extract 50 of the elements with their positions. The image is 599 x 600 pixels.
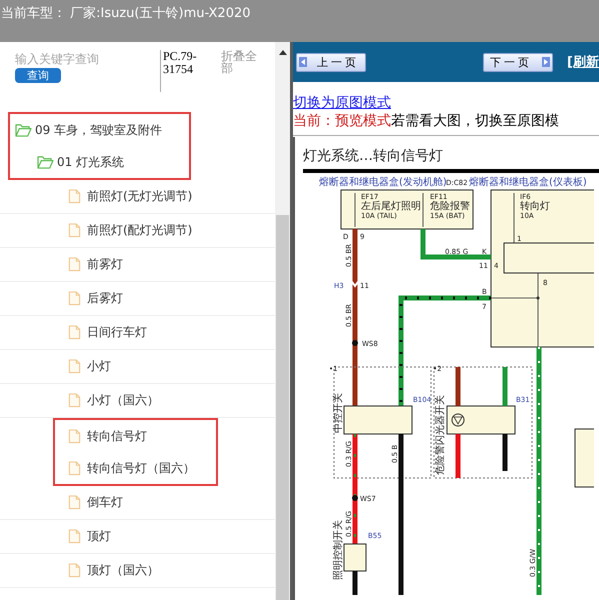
document-icon <box>68 495 81 510</box>
document-icon <box>68 223 81 238</box>
right-arrow-icon <box>542 56 550 68</box>
tree-item[interactable]: 转向信号灯（国六） <box>55 452 216 484</box>
previous-page-button[interactable]: 上一页 <box>296 52 366 72</box>
tree-item[interactable]: 前照灯(无灯光调节) <box>0 180 275 214</box>
tree-item[interactable]: 前雾灯 <box>0 248 275 282</box>
part-code: PC.79-31754 <box>160 50 215 92</box>
tree-item[interactable]: 后雾灯 <box>0 282 275 316</box>
document-icon <box>68 291 81 306</box>
tree-item[interactable]: 日间行车灯 <box>0 316 275 350</box>
tree-item[interactable]: 顶灯（国六） <box>0 554 275 588</box>
tree-item[interactable]: 顶灯 <box>0 520 275 554</box>
tree-item[interactable]: 01 灯光系统 <box>10 146 189 178</box>
document-icon <box>68 325 81 340</box>
left-arrow-icon <box>299 56 307 68</box>
tree-item[interactable]: 转向信号灯 <box>55 420 216 452</box>
vehicle-title: 当前车型： 厂家:Isuzu(五十铃)mu-X2020 <box>1 5 251 22</box>
tree-item[interactable]: 小灯（国六） <box>0 384 275 418</box>
diagram-title: 灯光系统…转向信号灯 <box>303 147 444 165</box>
document-icon <box>68 529 81 544</box>
document-icon <box>68 393 81 408</box>
current-mode-text: 当前：预览模式 <box>293 113 391 129</box>
scroll-up-icon[interactable] <box>278 50 286 55</box>
document-icon <box>68 428 81 444</box>
tree-item[interactable]: 小灯 <box>0 350 275 384</box>
tree-item[interactable]: 前照灯(配灯光调节) <box>0 214 275 248</box>
document-icon <box>68 563 81 578</box>
tree-item[interactable]: 09 车身，驾驶室及附件 <box>10 114 189 146</box>
switch-mode-link[interactable]: 切换为原图模式 <box>293 94 599 112</box>
diagram-label: 危险警闪光器开关 <box>435 395 446 475</box>
document-icon <box>68 359 81 374</box>
search-button[interactable]: 查询 <box>15 68 61 83</box>
diagram-label: 转向灯 <box>520 201 550 212</box>
next-page-button[interactable]: 下一页 <box>483 52 554 72</box>
diagram-label: 熔断器和继电器盒(发动机舱) <box>319 177 447 188</box>
tree-item[interactable]: 倒车灯 <box>0 486 275 520</box>
scrollbar[interactable] <box>275 42 290 600</box>
document-icon <box>68 460 81 476</box>
scroll-thumb[interactable] <box>276 215 289 600</box>
document-icon <box>68 189 81 204</box>
diagram-label: 左后尾灯照明 <box>361 201 421 212</box>
refresh-link[interactable]: [刷新 <box>567 53 599 71</box>
search-field[interactable]: 输入关键字查询 <box>15 50 155 68</box>
document-icon <box>68 257 81 272</box>
mode-hint-text: 若需看大图，切换至原图模 <box>391 113 559 129</box>
diagram-label: 危险报警 <box>430 201 470 212</box>
diagram-label: 照明控制开关 <box>333 520 344 580</box>
diagram-label: 中控开关 <box>333 393 344 433</box>
diagram-label: 熔断器和继电器盒(仪表板) <box>469 177 587 188</box>
